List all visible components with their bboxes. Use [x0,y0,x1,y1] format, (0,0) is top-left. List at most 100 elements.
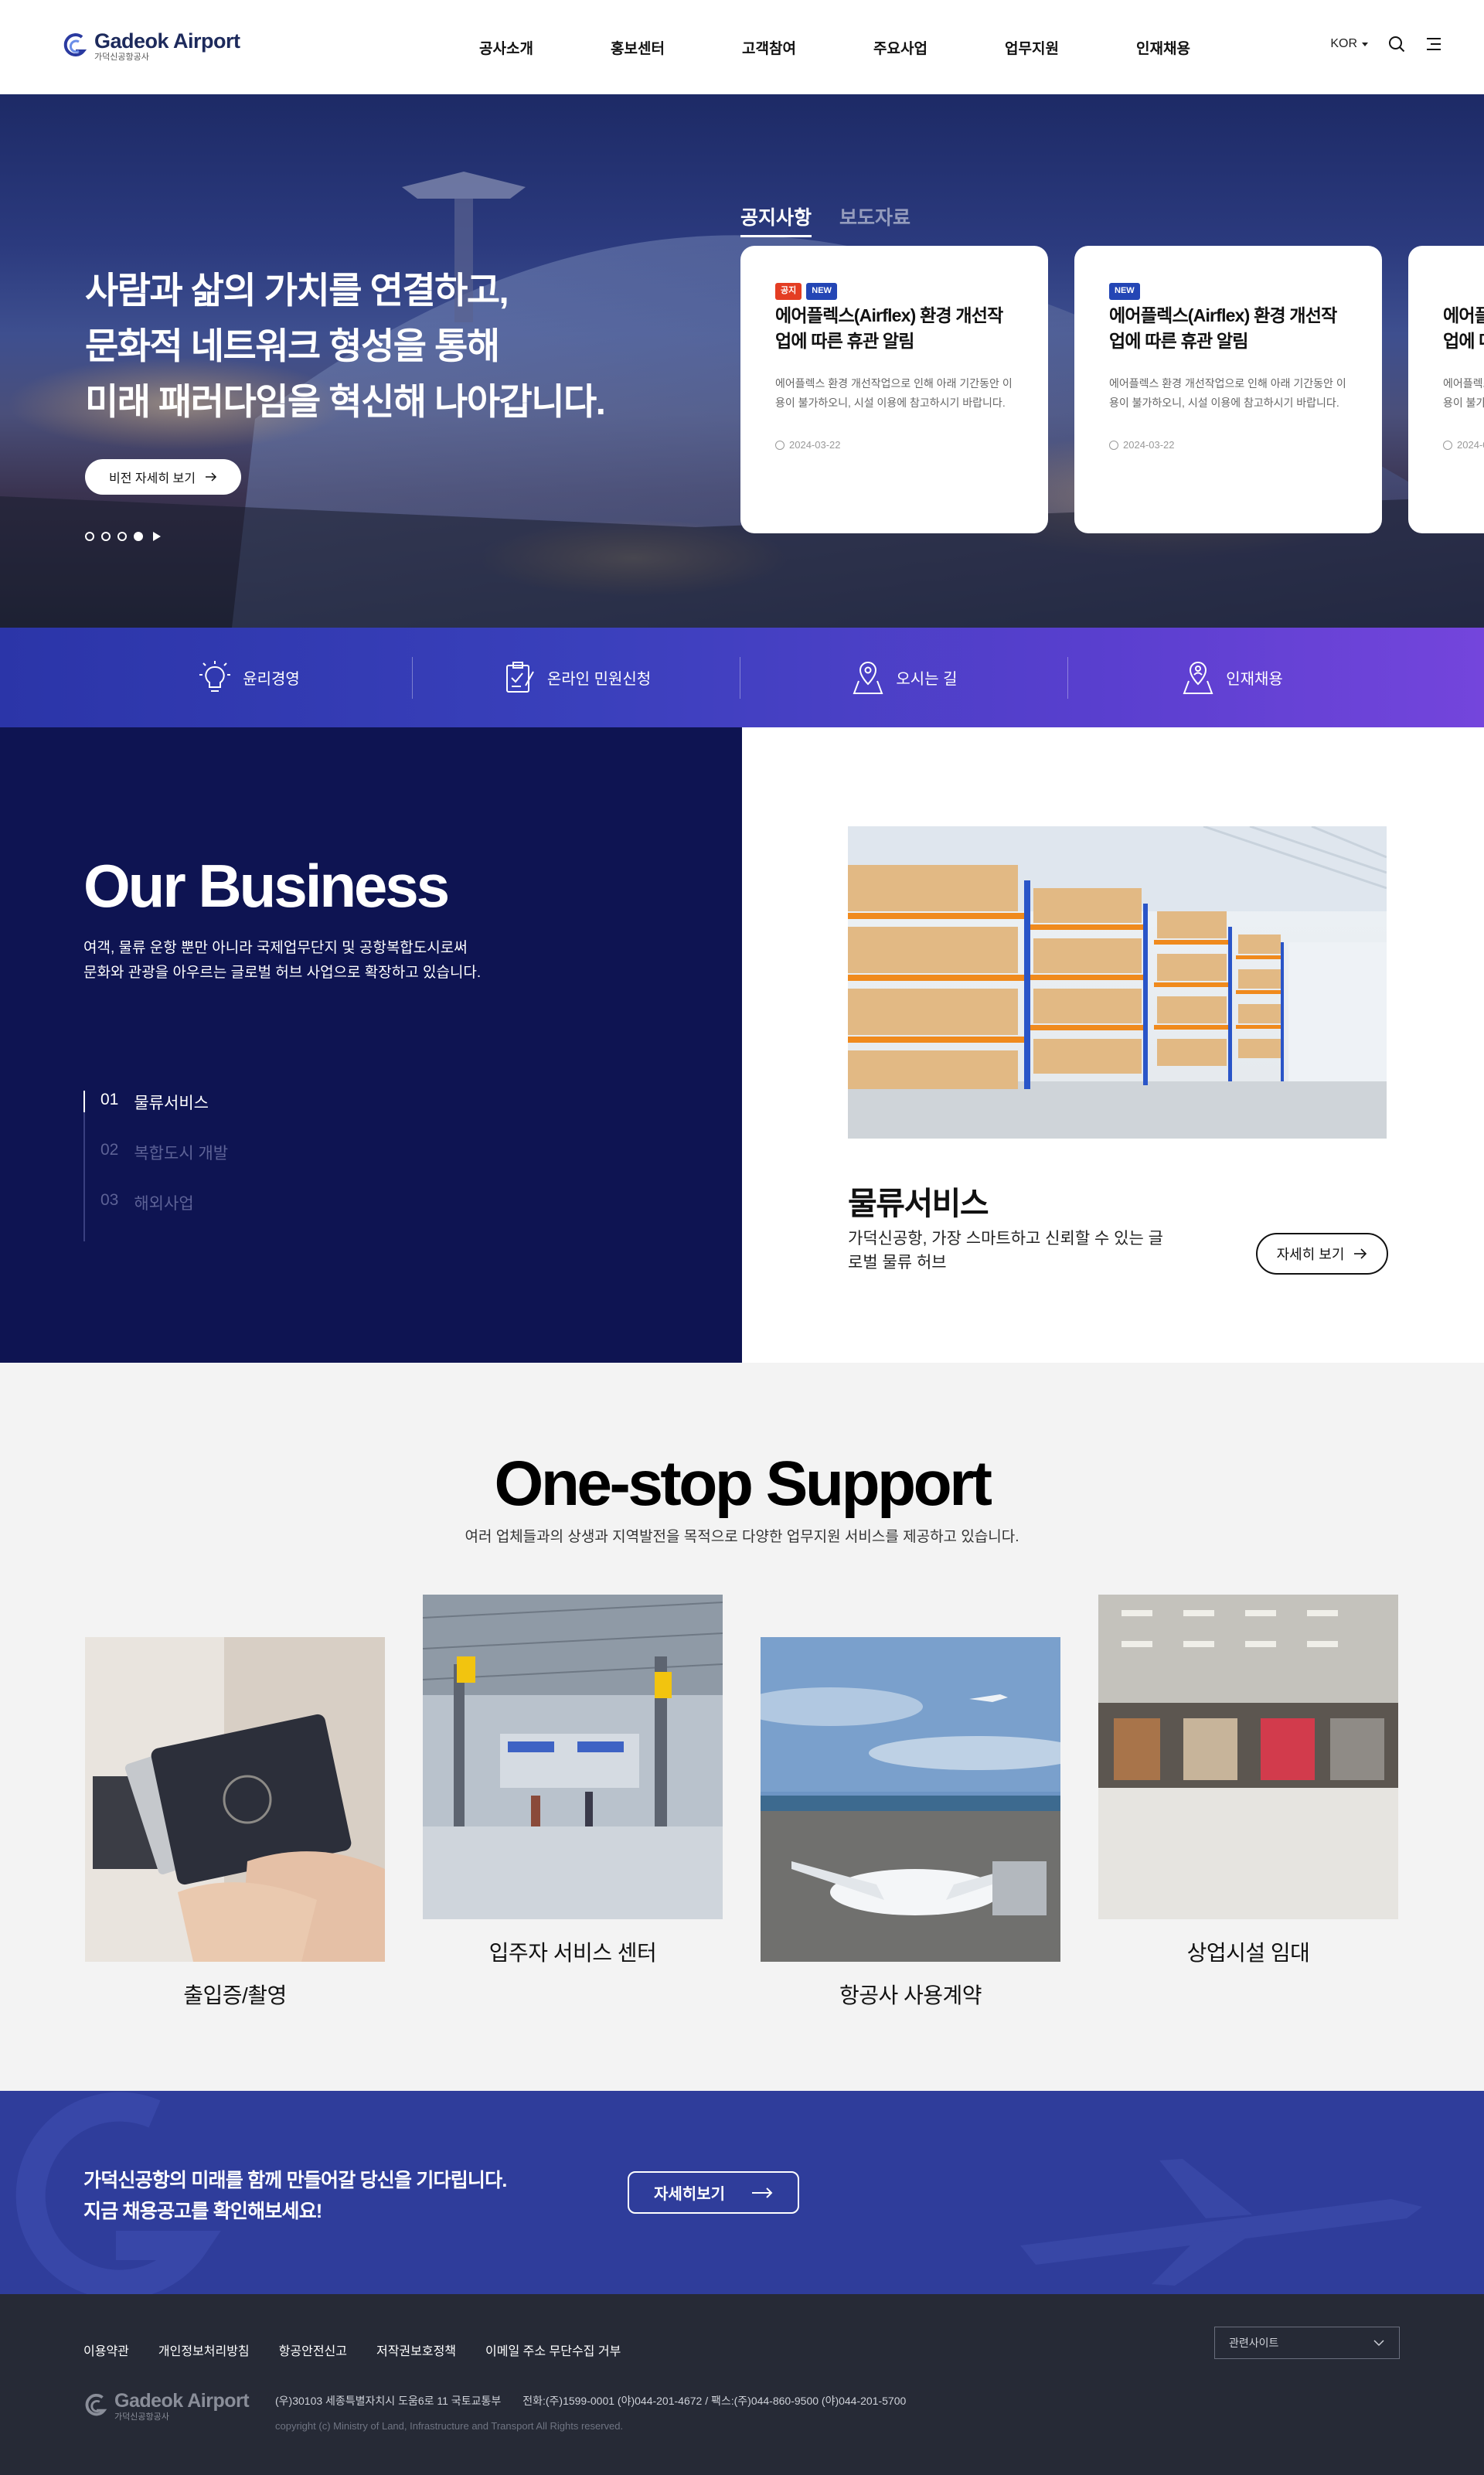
hero-title-line: 사람과 삶의 가치를 연결하고, [85,270,509,311]
onestop-card-retail[interactable]: 상업시설 임대 [1098,1595,1398,1967]
language-select[interactable]: KOR [1330,37,1368,51]
business-active-title: 물류서비스 [848,1186,989,1221]
business-intro: Our Business 여객, 물류 운항 뿐만 아니라 국제업무단지 및 공… [0,727,742,1363]
search-icon[interactable] [1388,36,1405,53]
news-card[interactable]: NEW 에어플렉스(Airflex) 환경 개선작업에 따른 휴관 알림 에어플… [1074,246,1382,533]
slide-dot[interactable] [117,532,127,541]
vision-more-button[interactable]: 비전 자세히 보기 [85,459,241,495]
arrow-right-icon [752,2187,773,2198]
business-desc: 여객, 물류 운항 뿐만 아니라 국제업무단지 및 공항복합도시로써 문화와 관… [83,936,481,986]
airplane-photo [761,1637,1060,1962]
news-card-date-text: 2024-03-22 [1123,439,1175,451]
menu-icon[interactable] [1425,36,1442,52]
footer-logo-name: Gadeok Airport [114,2390,250,2412]
notice-badge: 공지 [775,283,802,300]
footer-link-email-refusal[interactable]: 이메일 주소 무단수집 거부 [485,2341,621,2359]
footer-link-terms[interactable]: 이용약관 [83,2341,129,2359]
nav-item-business[interactable]: 주요사업 [835,37,966,58]
business-item-overseas[interactable]: 03 해외사업 [85,1191,228,1241]
business-desc-line: 문화와 관광을 아우르는 글로벌 허브 사업으로 확장하고 있습니다. [83,965,482,981]
news-card-date: 2024-03-22 [1443,439,1484,451]
clock-icon [1109,440,1118,450]
news-card-date: 2024-03-22 [775,439,1013,451]
news-card-desc: 에어플렉스 환경 개선작업으로 인해 아래 기간동안 이용이 불가하오니, 시설… [1443,377,1484,409]
business-item-label: 복합도시 개발 [134,1145,229,1163]
quick-directions[interactable]: 오시는 길 [740,628,1068,727]
quick-recruit[interactable]: 인재채용 [1068,628,1396,727]
business-item-number: 02 [100,1141,119,1159]
onestop-card-airline[interactable]: 항공사 사용계약 [761,1637,1060,2010]
nav-item-recruit[interactable]: 인재채용 [1098,37,1229,58]
onestop-desc: 여러 업체들과의 상생과 지역발전을 목적으로 다양한 업무지원 서비스를 제공… [465,1529,1019,1545]
business-item-logistics[interactable]: 01 물류서비스 [83,1091,228,1141]
news-card-desc: 에어플렉스 환경 개선작업으로 인해 아래 기간동안 이용이 불가하오니, 시설… [1109,377,1346,409]
recruit-more-button[interactable]: 자세히보기 [628,2171,799,2214]
news-card-date-text: 2024-03-22 [789,439,841,451]
footer-link-safety-report[interactable]: 항공안전신고 [279,2341,347,2359]
chevron-down-icon [1373,2340,1384,2347]
tab-notice[interactable]: 공지사항 [740,203,812,237]
business-item-number: 03 [100,1191,119,1209]
nav-item-customer[interactable]: 고객참여 [703,37,835,58]
warehouse-photo [848,826,1387,1139]
quick-label: 온라인 민원신청 [546,671,652,688]
hero-section: 사람과 삶의 가치를 연결하고, 문화적 네트워크 형성을 통해 미래 패러다임… [0,94,1484,628]
onestop-card-pass[interactable]: 출입증/촬영 [85,1637,385,2010]
play-icon[interactable] [153,532,161,541]
business-active-desc: 가덕신공항, 가장 스마트하고 신뢰할 수 있는 글로벌 물류 허브 [848,1230,1163,1272]
news-card-desc: 에어플렉스 환경 개선작업으로 인해 아래 기간동안 이용이 불가하오니, 시설… [775,377,1013,409]
family-site-select[interactable]: 관련사이트 [1214,2327,1400,2359]
slide-dot[interactable] [101,532,111,541]
logo[interactable]: Gadeok Airport 가덕신공항공사 [62,29,240,63]
business-list: 01 물류서비스 02 복합도시 개발 03 해외사업 [83,1091,228,1241]
clock-icon [775,440,785,450]
footer-links: 이용약관 개인정보처리방침 항공안전신고 저작권보호정책 이메일 주소 무단수집… [83,2341,621,2359]
quick-ethics[interactable]: 윤리경영 [85,628,413,727]
slide-dot[interactable] [85,532,94,541]
business-item-number: 01 [100,1091,119,1108]
quick-menu: 윤리경영 온라인 민원신청 오시는 길 인재채용 [0,628,1484,727]
bulb-icon [199,660,231,692]
person-pin-icon [1183,661,1213,694]
family-site-label: 관련사이트 [1229,2337,1279,2349]
logo-sub: 가덕신공항공사 [94,53,149,62]
logo-mark-icon [85,2393,107,2416]
onestop-section: One-stop Support 여러 업체들과의 상생과 지역발전을 목적으로… [0,1363,1484,2091]
new-badge: NEW [806,283,837,300]
footer-logo-sub: 가덕신공항공사 [114,2412,169,2422]
quick-label: 오시는 길 [896,671,958,688]
footer-link-privacy[interactable]: 개인정보처리방침 [158,2341,250,2359]
business-item-label: 해외사업 [134,1195,194,1213]
badge-group: 공지 NEW [775,283,1013,300]
business-item-complex-city[interactable]: 02 복합도시 개발 [85,1141,228,1191]
footer-address: (우)30103 세종특별자치시 도움6로 11 국토교통부 [275,2395,502,2407]
footer-phone: 전화:(주)1599-0001 (야)044-201-4672 / 팩스:(주)… [522,2395,907,2407]
hero-title-line: 미래 패러다임을 혁신해 나아갑니다. [85,381,606,422]
footer-link-copyright[interactable]: 저작권보호정책 [376,2341,456,2359]
business-detail: 물류서비스 가덕신공항, 가장 스마트하고 신뢰할 수 있는 글로벌 물류 허브… [742,727,1484,1363]
nav-item-pr[interactable]: 홍보센터 [572,37,703,58]
slide-pagination [85,532,161,541]
badge-group: NEW [1109,283,1347,300]
onestop-card-tenant-center[interactable]: 입주자 서비스 센터 [423,1595,723,1967]
business-more-button[interactable]: 자세히 보기 [1256,1233,1388,1275]
logo-mark-icon [63,33,87,57]
onestop-label: 출입증/촬영 [183,1983,287,2007]
arrow-right-icon [205,472,217,482]
news-card[interactable]: 공지 NEW 에어플렉스(Airflex) 환경 개선작업에 따른 휴관 알림 … [740,246,1048,533]
quick-label: 인재채용 [1226,671,1283,688]
business-item-label: 물류서비스 [134,1095,209,1112]
news-card[interactable]: 에어플렉스(Airflex) 환경 개선작업에 따른 휴관 알림 에어플렉스 환… [1408,246,1484,533]
slide-dot-active[interactable] [134,532,143,541]
hero-title-line: 문화적 네트워크 형성을 통해 [85,325,500,366]
duty-free-photo [1098,1595,1398,1919]
news-card-date-text: 2024-03-22 [1457,439,1484,451]
nav-item-support[interactable]: 업무지원 [966,37,1098,58]
news-card-title: 에어플렉스(Airflex) 환경 개선작업에 따른 휴관 알림 [1109,305,1337,351]
onestop-label: 상업시설 임대 [1186,1941,1310,1965]
nav-item-about[interactable]: 공사소개 [441,37,572,58]
recruit-banner: 가덕신공항의 미래를 함께 만들어갈 당신을 기다립니다. 지금 채용공고를 확… [0,2091,1484,2294]
site-header: Gadeok Airport 가덕신공항공사 공사소개 홍보센터 고객참여 주요… [0,0,1484,94]
quick-civil-petition[interactable]: 온라인 민원신청 [413,628,740,727]
tab-press[interactable]: 보도자료 [839,203,910,237]
